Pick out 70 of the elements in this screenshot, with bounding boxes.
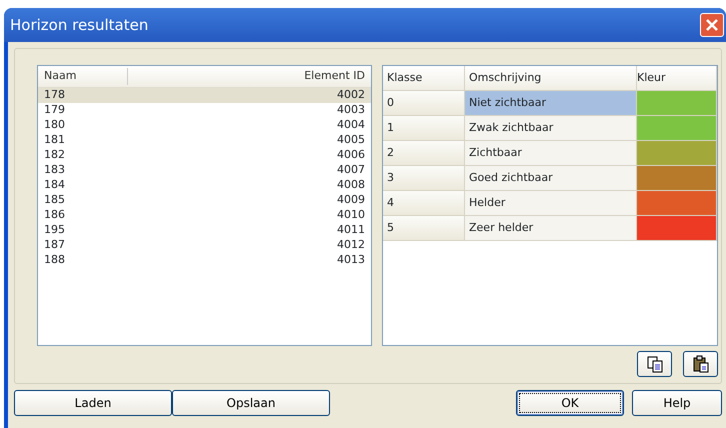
table-cell[interactable]: Zeer helder bbox=[465, 216, 637, 241]
id-cell-text: 4003 bbox=[337, 102, 366, 118]
list-row[interactable]: 195 4011 bbox=[38, 223, 371, 238]
id-cell-text: 4004 bbox=[337, 117, 366, 134]
list-row[interactable]: 179 4003 bbox=[38, 103, 371, 118]
list-row[interactable]: 184 4008 bbox=[38, 178, 371, 193]
paste-button[interactable] bbox=[683, 351, 718, 377]
list-row[interactable]: 185 4009 bbox=[38, 193, 371, 208]
id-cell-text: 4005 bbox=[337, 132, 366, 148]
column-header[interactable]: Kleur bbox=[637, 66, 717, 91]
window-title: Horizon resultaten bbox=[10, 14, 148, 36]
paste-icon bbox=[692, 355, 710, 373]
copy-icon bbox=[646, 355, 664, 373]
close-icon bbox=[705, 18, 719, 32]
table-cell[interactable]: Niet zichtbaar bbox=[465, 91, 637, 116]
row-header[interactable]: 5 bbox=[383, 216, 465, 241]
list-row[interactable]: 180 4004 bbox=[38, 118, 371, 133]
color-swatch[interactable] bbox=[637, 216, 717, 241]
id-cell-text: 4002 bbox=[337, 87, 366, 104]
id-cell-text: 4008 bbox=[337, 177, 366, 194]
color-swatch[interactable] bbox=[637, 116, 717, 141]
row-header[interactable]: 3 bbox=[383, 166, 465, 191]
id-cell-text: 4006 bbox=[337, 147, 366, 164]
name-cell-text: 182 bbox=[43, 147, 66, 164]
name-cell-text: 195 bbox=[43, 222, 66, 238]
name-cell-text: 180 bbox=[43, 117, 66, 134]
list-row[interactable]: 178 4002 bbox=[38, 88, 371, 103]
column-header[interactable]: Omschrijving bbox=[465, 66, 637, 91]
id-cell-text: 4009 bbox=[337, 192, 366, 208]
id-cell-text: 4010 bbox=[337, 207, 366, 224]
name-cell-text: 183 bbox=[43, 162, 66, 178]
list-row[interactable]: 187 4012 bbox=[38, 238, 371, 253]
row-header[interactable]: 4 bbox=[383, 191, 465, 216]
color-swatch[interactable] bbox=[637, 191, 717, 216]
id-cell-text: 4012 bbox=[337, 237, 366, 254]
name-cell-text: 178 bbox=[43, 87, 66, 104]
list-row[interactable]: 181 4005 bbox=[38, 133, 371, 148]
list-row[interactable]: 186 4010 bbox=[38, 208, 371, 223]
name-cell-text: 186 bbox=[43, 207, 66, 224]
row-header[interactable]: 1 bbox=[383, 116, 465, 141]
name-cell-text: 188 bbox=[43, 252, 66, 268]
id-cell-text: 4011 bbox=[337, 222, 366, 238]
dialog-button[interactable]: OK bbox=[516, 390, 624, 416]
table-cell[interactable]: Zwak zichtbaar bbox=[465, 116, 637, 141]
dialog-button[interactable]: Laden bbox=[14, 390, 172, 416]
name-cell-text: 181 bbox=[43, 132, 66, 148]
id-cell-text: 4007 bbox=[337, 162, 366, 178]
name-cell-text: 187 bbox=[43, 237, 66, 254]
list-row[interactable]: 188 4013 bbox=[38, 253, 371, 268]
dialog-button[interactable]: Opslaan bbox=[172, 390, 330, 416]
column-header[interactable]: Naam bbox=[38, 68, 128, 85]
name-cell-text: 179 bbox=[43, 102, 66, 118]
row-header[interactable]: 2 bbox=[383, 141, 465, 166]
column-header[interactable]: Klasse bbox=[383, 66, 465, 91]
table-cell[interactable]: Zichtbaar bbox=[465, 141, 637, 166]
color-swatch[interactable] bbox=[637, 141, 717, 166]
table-cell[interactable]: Goed zichtbaar bbox=[465, 166, 637, 191]
row-header[interactable]: 0 bbox=[383, 91, 465, 116]
list-row[interactable]: 183 4007 bbox=[38, 163, 371, 178]
dialog-button[interactable]: Help bbox=[632, 390, 722, 416]
id-cell-text: 4013 bbox=[337, 252, 366, 268]
copy-button[interactable] bbox=[637, 351, 672, 377]
color-swatch[interactable] bbox=[637, 91, 717, 116]
column-header[interactable]: Element ID bbox=[128, 68, 371, 85]
list-row[interactable]: 182 4006 bbox=[38, 148, 371, 163]
table-cell[interactable]: Helder bbox=[465, 191, 637, 216]
name-cell-text: 185 bbox=[43, 192, 66, 208]
name-cell-text: 184 bbox=[43, 177, 66, 194]
color-swatch[interactable] bbox=[637, 166, 717, 191]
close-button[interactable] bbox=[700, 13, 724, 37]
